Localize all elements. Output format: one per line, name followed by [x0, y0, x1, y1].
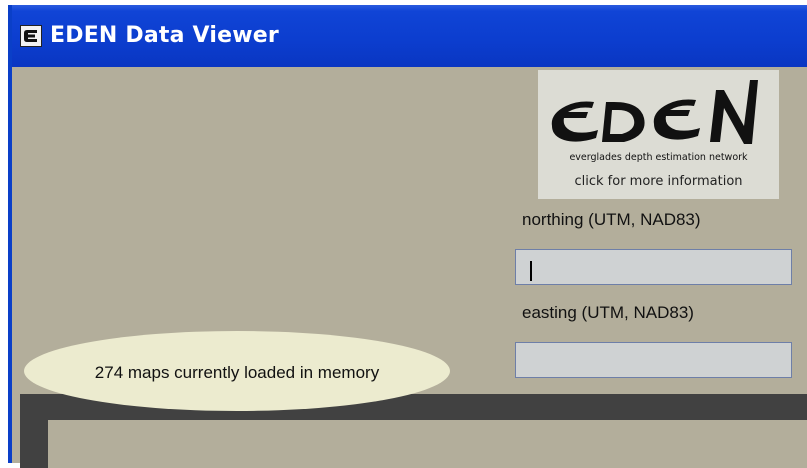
app-window: EDEN Data Viewer everglades depth estima… [8, 5, 807, 468]
map-canvas[interactable] [48, 420, 807, 468]
maps-loaded-status: 274 maps currently loaded in memory [94, 363, 380, 382]
eden-logo-link[interactable]: everglades depth estimation network clic… [538, 70, 779, 199]
status-badge: 274 maps currently loaded in memory [24, 331, 450, 411]
text-caret [530, 261, 532, 281]
title-bar[interactable]: EDEN Data Viewer [12, 5, 807, 67]
more-info-link[interactable]: click for more information [538, 174, 779, 189]
northing-label: northing (UTM, NAD83) [522, 210, 701, 229]
easting-label: easting (UTM, NAD83) [522, 303, 694, 322]
window-title: EDEN Data Viewer [50, 23, 279, 48]
eden-logo-wordmark [551, 80, 758, 144]
logo-tagline: everglades depth estimation network [569, 152, 748, 163]
easting-input[interactable] [515, 342, 792, 378]
eden-app-icon[interactable] [20, 25, 42, 47]
northing-input[interactable] [515, 249, 792, 285]
